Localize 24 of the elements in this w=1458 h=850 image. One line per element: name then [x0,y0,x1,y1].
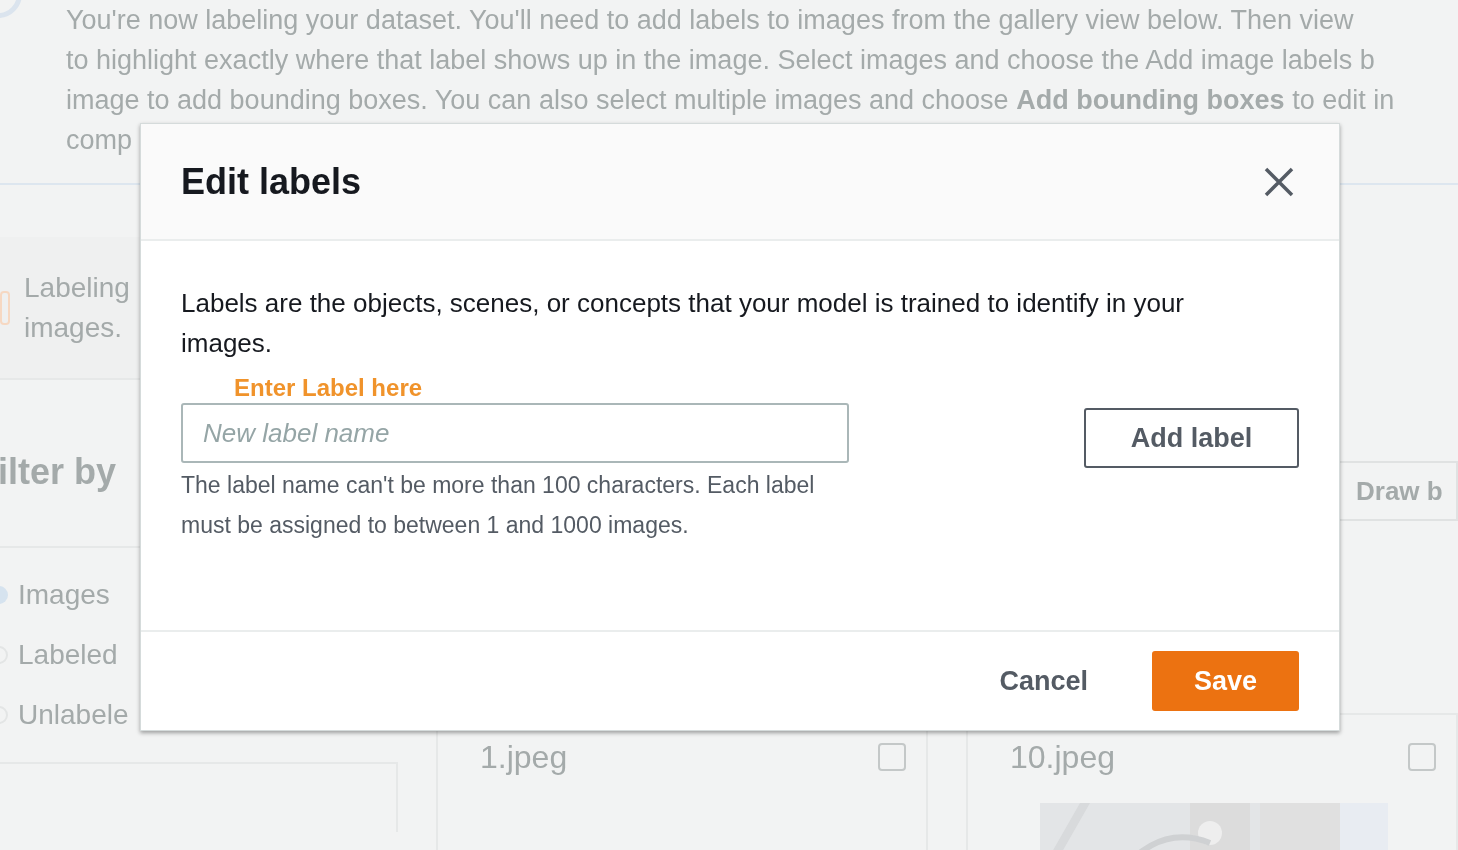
close-icon [1264,166,1294,197]
field-label: Enter Label here [234,373,424,403]
bracket-icon [0,290,10,325]
notice-text: images. [24,310,124,345]
hint-text: The label name can't be more than 100 characters. Each label must be assigned to between 1 and 1000 images. [181,471,816,540]
close-button[interactable] [1263,165,1295,198]
filter-heading: ilter by [0,450,117,494]
checkbox[interactable] [878,743,906,771]
file-name: 10.jpeg [1010,738,1115,777]
cancel-button[interactable]: Cancel [991,651,1096,711]
file-name: 1.jpeg [480,738,568,777]
dialog-description: Labels are the objects, scenes, or concepts that your model is trained to identify in your images. [181,287,1185,360]
radio-label: Unlabele [18,698,129,732]
dialog-title: Edit labels [181,159,362,204]
notice-text: Labeling [24,270,130,305]
intro-text: image to add bounding boxes. You can also select multiple images and choose Add bounding boxes to edit in [66,84,1396,117]
radio-label: Labeled [18,638,118,672]
intro-text: to highlight exactly where that label shows up in the image. Select images and choose the Add image labels b [66,44,1376,77]
checkbox[interactable] [1408,743,1436,771]
label-name-field[interactable]: New label name [181,403,849,463]
intro-text: comp [66,124,134,157]
add-label-button[interactable]: Add label [1084,408,1299,468]
intro-text: You're now labeling your dataset. You'll need to add labels to images from the gallery view below. Then view [66,4,1355,37]
radio-label: Images [18,578,110,612]
